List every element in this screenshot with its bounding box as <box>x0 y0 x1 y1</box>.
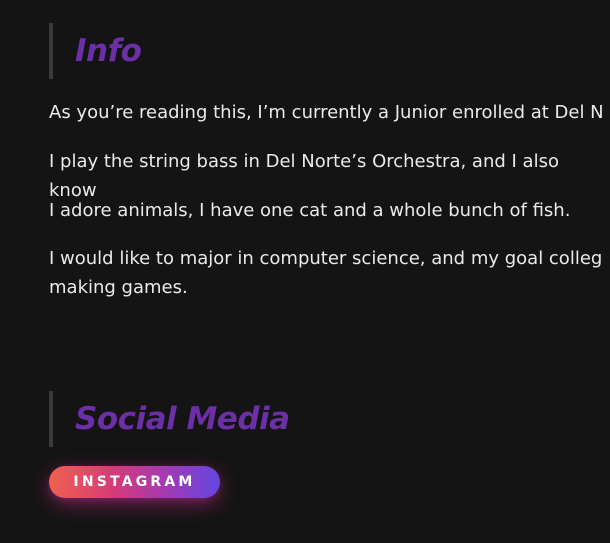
info-section: Info <box>49 23 610 79</box>
social-section: Social Media <box>49 391 610 447</box>
info-paragraph-3: I adore animals, I have one cat and a wh… <box>49 200 571 221</box>
info-paragraph-4-line-1: I would like to major in computer scienc… <box>49 248 603 269</box>
info-paragraph-4: I would like to major in computer scienc… <box>49 244 602 302</box>
instagram-button[interactable]: INSTAGRAM <box>49 466 220 498</box>
info-heading: Info <box>75 33 142 69</box>
info-paragraph-4-line-2: making games. <box>49 277 188 298</box>
info-heading-block: Info <box>49 23 610 79</box>
social-heading-block: Social Media <box>49 391 610 447</box>
info-paragraph-1: As you’re reading this, I’m currently a … <box>49 102 604 123</box>
social-heading: Social Media <box>75 401 290 437</box>
